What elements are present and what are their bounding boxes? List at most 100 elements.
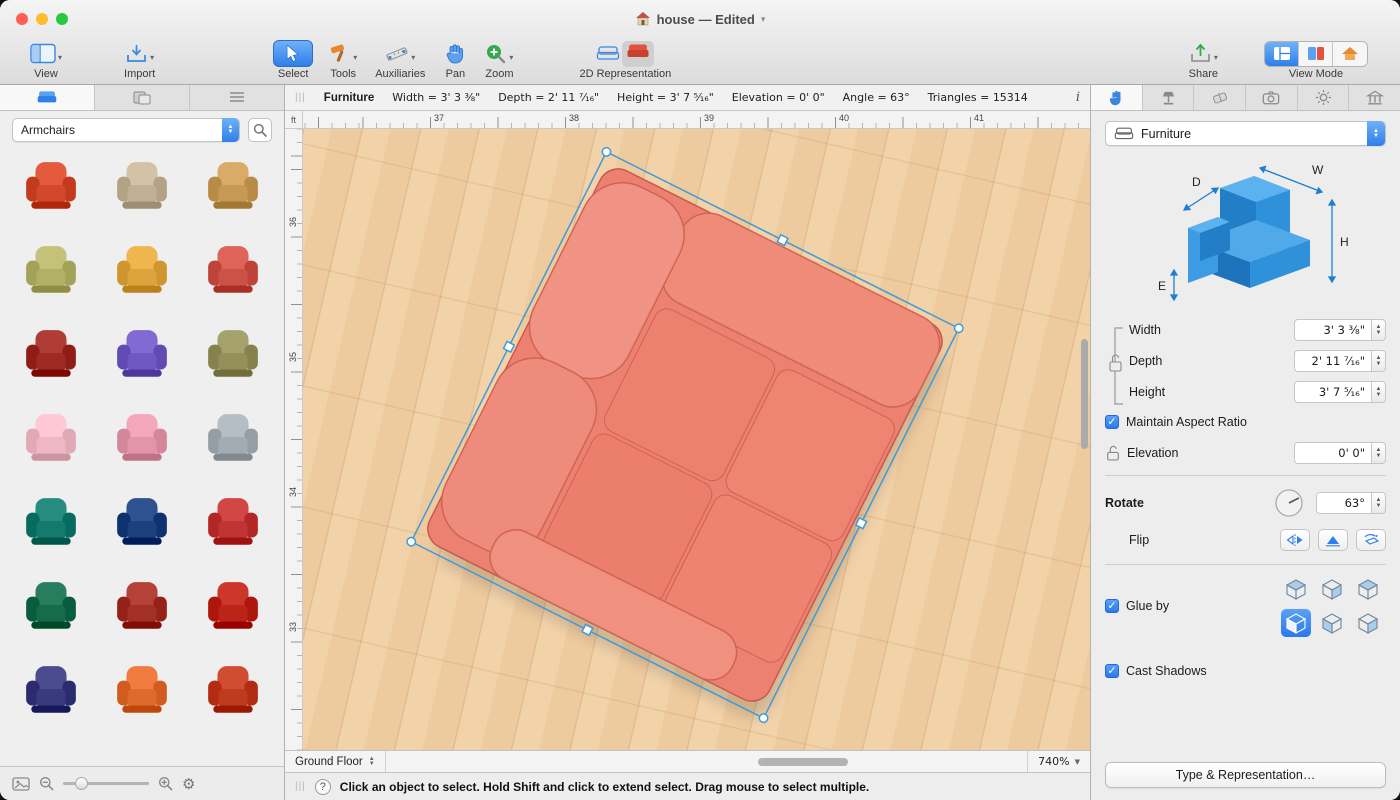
inspector-tab-building[interactable] [1349, 85, 1400, 110]
view-toolbar-button[interactable]: ▾ View [30, 40, 62, 80]
maintain-aspect-checkbox[interactable]: ✓ [1105, 415, 1119, 429]
flip-vertical-button[interactable] [1318, 529, 1348, 551]
glue-face-option[interactable] [1353, 575, 1383, 603]
selection-handle[interactable] [406, 536, 417, 547]
elevation-field[interactable]: 0' 0" [1294, 442, 1372, 464]
view-mode-2d-segment[interactable] [1265, 42, 1299, 66]
armchair-thumbnail[interactable] [6, 325, 97, 383]
glue-face-option-selected[interactable] [1281, 609, 1311, 637]
depth-stepper[interactable]: ▲▼ [1372, 350, 1386, 372]
library-search-button[interactable] [248, 118, 272, 142]
armchair-thumbnail[interactable] [97, 577, 188, 635]
inspector-tab-eraser[interactable] [1194, 85, 1246, 110]
floor-plan-canvas[interactable] [303, 129, 1090, 750]
flip-3d-button[interactable] [1356, 529, 1386, 551]
close-window-button[interactable] [16, 13, 28, 25]
selection-handle[interactable] [953, 323, 964, 334]
selected-sofa-object[interactable] [303, 129, 1090, 750]
cast-shadows-checkbox[interactable]: ✓ [1105, 664, 1119, 678]
floor-selector[interactable]: Ground Floor ▲▼ [285, 751, 386, 772]
inspector-category-value: Furniture [1141, 127, 1191, 141]
inspector-tab-light[interactable] [1143, 85, 1195, 110]
armchair-thumbnail[interactable] [187, 157, 278, 215]
share-toolbar-button[interactable]: ▾ Share [1189, 40, 1218, 80]
height-stepper[interactable]: ▲▼ [1372, 381, 1386, 403]
armchair-thumbnail[interactable] [97, 661, 188, 719]
armchair-thumbnail[interactable] [6, 241, 97, 299]
minimize-window-button[interactable] [36, 13, 48, 25]
armchair-thumbnail[interactable] [187, 325, 278, 383]
zoom-in-icon[interactable] [158, 776, 173, 791]
library-tab-list[interactable] [190, 85, 284, 110]
glue-face-option[interactable] [1281, 575, 1311, 603]
zoom-toolbar-button[interactable]: ▾ Zoom [485, 40, 513, 80]
depth-field[interactable]: 2' 11 ⁷⁄₁₆" [1294, 350, 1372, 372]
rotate-dial[interactable] [1274, 488, 1304, 518]
gear-icon[interactable]: ⚙ [182, 775, 195, 793]
window-title-group[interactable]: house — Edited ▾ [635, 12, 766, 27]
zoom-window-button[interactable] [56, 13, 68, 25]
select-tool-button[interactable]: Select [273, 40, 313, 80]
thumbnail-size-slider[interactable] [63, 782, 149, 785]
armchair-thumbnail[interactable] [6, 577, 97, 635]
cursor-icon [286, 45, 300, 62]
armchair-thumbnail[interactable] [97, 409, 188, 467]
canvas-zoom-control[interactable]: 740% ▼ [1027, 751, 1090, 772]
toolbar: ▾ View ▾ Import [0, 38, 1400, 84]
flip-horizontal-button[interactable] [1280, 529, 1310, 551]
armchair-thumbnail[interactable] [187, 493, 278, 551]
pan-toolbar-button[interactable]: Pan [445, 40, 465, 80]
armchair-thumbnail[interactable] [97, 157, 188, 215]
glue-face-option[interactable] [1317, 609, 1347, 637]
category-popup[interactable]: Armchairs ▲▼ [12, 118, 240, 142]
help-icon[interactable]: ? [315, 779, 331, 795]
library-tab-furniture[interactable] [0, 85, 95, 110]
inspector-tab-sun[interactable] [1298, 85, 1350, 110]
inspector-panel: Furniture ▲▼ [1090, 85, 1400, 800]
armchair-thumbnail[interactable] [187, 241, 278, 299]
armchair-thumbnail[interactable] [6, 661, 97, 719]
rotate-field[interactable]: 63° [1316, 492, 1372, 514]
glue-by-checkbox[interactable]: ✓ [1105, 599, 1119, 613]
width-field[interactable]: 3' 3 ⅜" [1294, 319, 1372, 341]
rotate-stepper[interactable]: ▲▼ [1372, 492, 1386, 514]
inspector-tab-camera[interactable] [1246, 85, 1298, 110]
armchair-thumbnail[interactable] [6, 493, 97, 551]
glue-face-option[interactable] [1317, 575, 1347, 603]
selection-handle[interactable] [601, 146, 612, 157]
armchair-thumbnail[interactable] [97, 241, 188, 299]
armchair-thumbnail[interactable] [6, 157, 97, 215]
armchair-thumbnail[interactable] [187, 577, 278, 635]
preview-image-icon[interactable] [12, 777, 30, 791]
inspector-category-popup[interactable]: Furniture ▲▼ [1105, 121, 1386, 146]
view-mode-split-segment[interactable] [1299, 42, 1333, 66]
width-stepper[interactable]: ▲▼ [1372, 319, 1386, 341]
inspector-tab-arrange[interactable] [1091, 85, 1143, 110]
armchair-thumbnail[interactable] [97, 325, 188, 383]
info-icon[interactable]: i [1076, 90, 1080, 105]
glue-face-option[interactable] [1353, 609, 1383, 637]
ruler-number-h: 41 [974, 113, 984, 123]
elevation-stepper[interactable]: ▲▼ [1372, 442, 1386, 464]
canvas-vertical-scrollbar[interactable] [1081, 339, 1088, 449]
canvas-horizontal-scrollbar[interactable] [758, 758, 848, 766]
armchair-thumbnail[interactable] [97, 493, 188, 551]
selection-handle[interactable] [777, 235, 788, 246]
tools-toolbar-button[interactable]: ▾ Tools [329, 40, 357, 80]
armchair-thumbnail[interactable] [6, 409, 97, 467]
representation-toggle[interactable]: 2D Representation [579, 40, 671, 80]
height-field[interactable]: 3' 7 ⁵⁄₁₆" [1294, 381, 1372, 403]
import-toolbar-button[interactable]: ▾ Import [124, 40, 155, 80]
selection-handle[interactable] [503, 341, 514, 352]
slider-knob[interactable] [75, 777, 88, 790]
armchair-thumbnail[interactable] [187, 409, 278, 467]
elevation-lock-icon[interactable] [1105, 445, 1121, 461]
auxiliaries-toolbar-button[interactable]: ▾ Auxiliaries [375, 40, 425, 80]
armchair-thumbnail[interactable] [187, 661, 278, 719]
view-mode-3d-segment[interactable] [1333, 42, 1367, 66]
library-tab-materials[interactable] [95, 85, 190, 110]
canvas-horizontal-scrollbar-track[interactable] [386, 751, 1027, 772]
type-representation-button[interactable]: Type & Representation… [1105, 762, 1386, 788]
zoom-out-icon[interactable] [39, 776, 54, 791]
info-field: Height = 3' 7 ⁵⁄₁₆" [617, 91, 714, 104]
